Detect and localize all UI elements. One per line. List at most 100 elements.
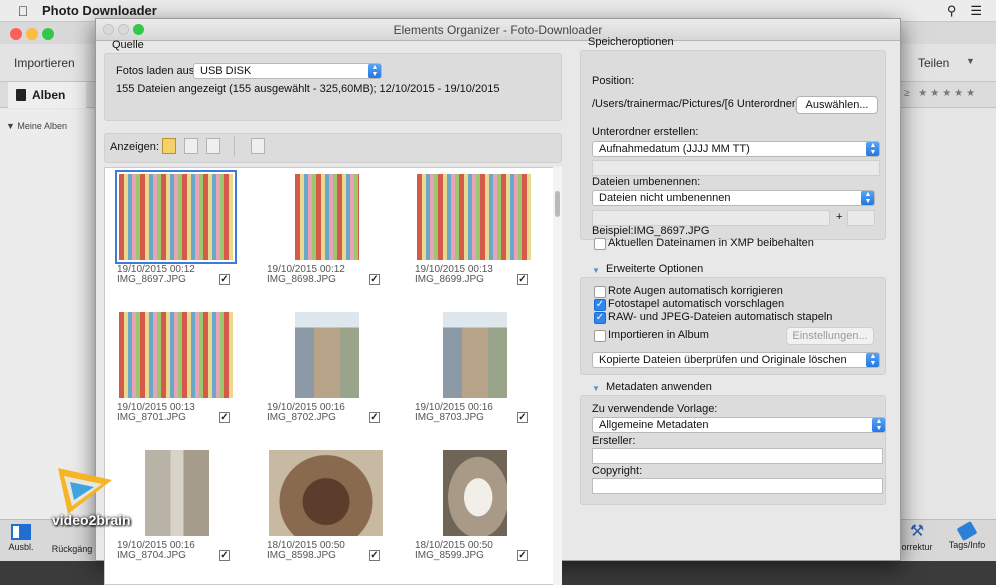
choose-folder-button[interactable]: Auswählen...	[796, 96, 878, 114]
thumbnail-filename: IMG_8598.JPG	[267, 550, 336, 561]
share-button[interactable]: Teilen	[918, 56, 949, 70]
rename-prefix-field[interactable]	[592, 210, 830, 226]
source-panel: Quelle Fotos laden aus: USB DISK ▲ ▼ 155 …	[96, 39, 564, 585]
photo-stacks-checkbox[interactable]: ✓	[594, 299, 606, 311]
thumbnail-item[interactable]: 19/10/2015 00:13 IMG_8699.JPG ✓	[411, 168, 551, 303]
import-album-checkbox[interactable]	[594, 330, 606, 342]
template-select[interactable]: Allgemeine Metadaten ▲ ▼	[592, 417, 886, 433]
show-documents-icon[interactable]	[184, 138, 198, 154]
show-label: Anzeigen:	[110, 141, 159, 153]
subfolder-label: Unterordner erstellen:	[592, 126, 699, 138]
spotlight-search-icon[interactable]: ⚲	[947, 3, 957, 19]
raw-jpeg-checkbox[interactable]: ✓	[594, 312, 606, 324]
thumbnail-item[interactable]: 19/10/2015 00:12 IMG_8697.JPG ✓	[113, 168, 253, 303]
hammer-icon: ⚒	[909, 523, 925, 540]
undo-button[interactable]: Rückgäng	[50, 544, 94, 554]
panel-icon	[11, 524, 31, 540]
thumbnail-checkbox[interactable]: ✓	[517, 412, 528, 423]
rotate-icon[interactable]	[251, 138, 265, 154]
thumbnail-item[interactable]: 19/10/2015 00:12 IMG_8698.JPG ✓	[263, 168, 403, 303]
disclosure-triangle-icon[interactable]: ▼	[592, 384, 600, 393]
source-summary: 155 Dateien angezeigt (155 ausgewählt - …	[116, 83, 500, 95]
close-window-button[interactable]	[10, 28, 22, 40]
custom-subfolder-field[interactable]	[592, 160, 880, 176]
minimize-window-button[interactable]	[26, 28, 38, 40]
thumbnail-image[interactable]	[443, 450, 507, 536]
red-eye-checkbox[interactable]	[594, 286, 606, 298]
rename-value: Dateien nicht umbenennen	[599, 192, 731, 204]
menu-app-name[interactable]: Photo Downloader	[42, 3, 157, 18]
thumbnail-filename: IMG_8702.JPG	[267, 412, 336, 423]
import-button[interactable]: Importieren	[14, 56, 75, 70]
copyright-field[interactable]	[592, 478, 883, 494]
creator-field[interactable]	[592, 448, 883, 464]
thumbnail-checkbox[interactable]: ✓	[369, 550, 380, 561]
show-audio-icon[interactable]	[206, 138, 220, 154]
hide-panel-label: Ausbl.	[8, 542, 34, 552]
thumbnail-checkbox[interactable]: ✓	[219, 274, 230, 285]
import-album-label: Importieren in Album	[608, 329, 709, 341]
edit-label: orrektur	[901, 542, 933, 552]
tags-info-button[interactable]: Tags/Info	[942, 520, 992, 550]
keep-xmp-checkbox[interactable]	[594, 238, 606, 250]
thumbnail-filename: IMG_8703.JPG	[415, 412, 484, 423]
apple-icon[interactable]: 	[8, 3, 38, 19]
thumbnail-image[interactable]	[119, 312, 233, 398]
sidebar-item-label: Meine Alben	[17, 121, 67, 131]
raw-jpeg-label: RAW- und JPEG-Dateien automatisch stapel…	[608, 311, 833, 323]
select-stepper-icon: ▲ ▼	[866, 142, 879, 156]
zoom-window-button[interactable]	[42, 28, 54, 40]
thumbnail-checkbox[interactable]: ✓	[219, 412, 230, 423]
verify-select[interactable]: Kopierte Dateien überprüfen und Original…	[592, 352, 880, 368]
subfolder-select[interactable]: Aufnahmedatum (JJJJ MM TT) ▲ ▼	[592, 141, 880, 157]
thumbnail-item[interactable]: 19/10/2015 00:16 IMG_8702.JPG ✓	[263, 306, 403, 441]
grid-scrollbar-thumb[interactable]	[555, 191, 560, 217]
position-label: Position:	[592, 75, 635, 87]
rename-select[interactable]: Dateien nicht umbenennen ▲ ▼	[592, 190, 875, 206]
thumbnail-image[interactable]	[417, 174, 531, 260]
copyright-label: Copyright:	[592, 465, 643, 477]
thumbnail-item[interactable]: 18/10/2015 00:50 IMG_8599.JPG ✓	[411, 444, 551, 579]
thumbnail-checkbox[interactable]: ✓	[219, 550, 230, 561]
thumbnail-image[interactable]	[115, 170, 237, 264]
disclosure-triangle-icon[interactable]: ▼	[592, 266, 600, 275]
hide-panel-button[interactable]: Ausbl.	[4, 524, 38, 552]
metadata-heading: Metadaten anwenden	[606, 381, 712, 393]
template-value: Allgemeine Metadaten	[599, 419, 709, 431]
sidebar-item-my-albums[interactable]: ▼ Meine Alben	[6, 121, 67, 131]
chevron-down-icon[interactable]: ▼	[966, 56, 975, 66]
thumbnail-item[interactable]: 19/10/2015 00:13 IMG_8701.JPG ✓	[113, 306, 253, 441]
thumbnail-grid[interactable]: 19/10/2015 00:12 IMG_8697.JPG ✓ 19/10/2015 …	[104, 167, 558, 585]
load-from-label: Fotos laden aus:	[116, 65, 198, 77]
thumbnail-item[interactable]: 18/10/2015 00:50 IMG_8598.JPG ✓	[263, 444, 403, 579]
thumbnail-image[interactable]	[295, 174, 359, 260]
thumbnail-checkbox[interactable]: ✓	[517, 274, 528, 285]
thumbnail-image[interactable]	[295, 312, 359, 398]
toolbar-divider	[234, 136, 235, 156]
select-stepper-icon: ▲ ▼	[866, 353, 879, 367]
load-from-select[interactable]: USB DISK ▲ ▼	[193, 63, 382, 79]
verify-value: Kopierte Dateien überprüfen und Original…	[599, 354, 847, 366]
thumbnail-filename: IMG_8599.JPG	[415, 550, 484, 561]
thumbnail-image[interactable]	[443, 312, 507, 398]
thumbnail-image[interactable]	[145, 450, 209, 536]
undo-label: Rückgäng	[51, 544, 93, 554]
rating-filter[interactable]: ≥ ★★★★★	[904, 88, 978, 99]
thumbnail-image[interactable]	[269, 450, 383, 536]
show-photos-icon[interactable]	[162, 138, 176, 154]
thumbnail-checkbox[interactable]: ✓	[369, 412, 380, 423]
notification-list-icon[interactable]: ☰	[970, 3, 982, 19]
select-stepper-icon: ▲ ▼	[861, 191, 874, 205]
dialog-title: Elements Organizer - Foto-Downloader	[393, 23, 603, 37]
thumbnail-checkbox[interactable]: ✓	[369, 274, 380, 285]
thumbnail-item[interactable]: 19/10/2015 00:16 IMG_8704.JPG ✓	[113, 444, 253, 579]
grid-scrollbar[interactable]	[553, 167, 562, 585]
tab-albums-label: Alben	[32, 88, 66, 102]
rename-example: Beispiel:IMG_8697.JPG	[592, 225, 710, 237]
edit-button[interactable]: ⚒ orrektur	[895, 523, 939, 553]
thumbnail-checkbox[interactable]: ✓	[517, 550, 528, 561]
album-settings-button[interactable]: Einstellungen...	[786, 327, 874, 345]
tab-albums[interactable]: Alben	[8, 82, 86, 108]
thumbnail-item[interactable]: 19/10/2015 00:16 IMG_8703.JPG ✓	[411, 306, 551, 441]
rename-number-field[interactable]	[847, 210, 875, 226]
